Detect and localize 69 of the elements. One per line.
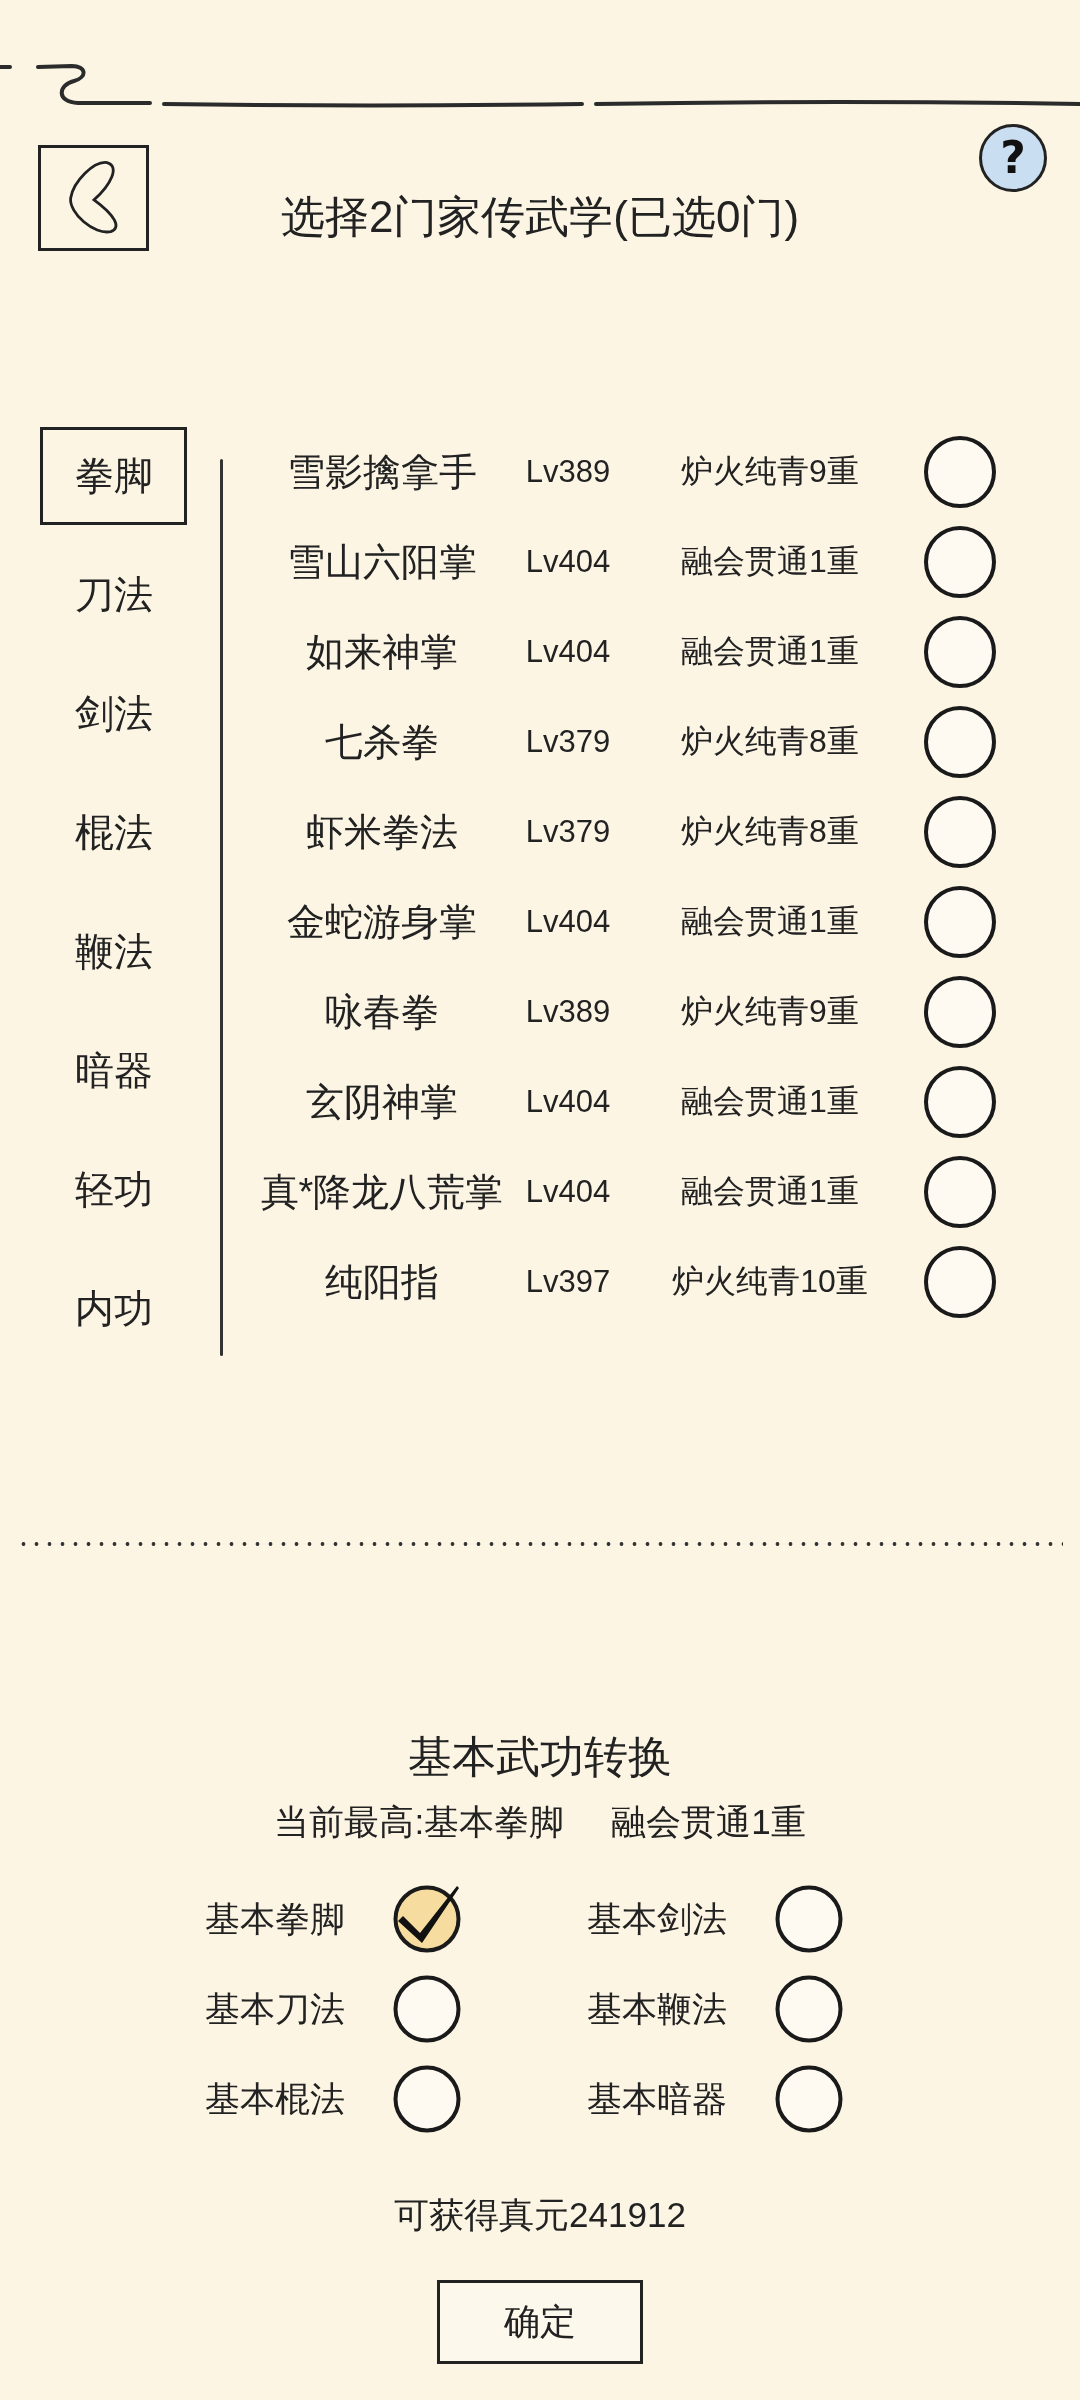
skill-name: 雪影擒拿手 xyxy=(287,449,477,495)
skill-name: 咏春拳 xyxy=(325,989,439,1035)
skill-grade: Lv389 xyxy=(525,994,611,1030)
category-tab[interactable]: 内功 xyxy=(40,1260,187,1358)
skill-realm: 融会贯通1重 xyxy=(681,1172,859,1211)
skill-grade: Lv404 xyxy=(525,544,611,580)
confirm-button[interactable]: 确定 xyxy=(437,2280,643,2364)
skill-realm: 融会贯通1重 xyxy=(681,632,859,671)
option-label: 基本棍法 xyxy=(205,2077,346,2120)
skill-name: 金蛇游身掌 xyxy=(287,899,477,945)
skill-realm: 融会贯通1重 xyxy=(681,902,859,941)
skill-name: 七杀拳 xyxy=(325,719,439,765)
option-checkbox[interactable] xyxy=(393,1975,461,2043)
skill-radio[interactable] xyxy=(923,885,997,959)
option-label: 基本刀法 xyxy=(205,1987,346,2030)
skill-grade: Lv379 xyxy=(525,724,611,760)
section-title: 基本武功转换 xyxy=(408,1731,672,1783)
skill-radio[interactable] xyxy=(923,435,997,509)
skill-realm: 炉火纯青9重 xyxy=(681,452,859,491)
skill-name: 纯阳指 xyxy=(325,1259,439,1305)
skill-realm: 炉火纯青8重 xyxy=(681,812,859,851)
reward-text: 可获得真元241912 xyxy=(394,2194,686,2236)
category-tab[interactable]: 鞭法 xyxy=(40,903,187,1001)
category-tab[interactable]: 刀法 xyxy=(40,546,187,644)
help-button[interactable]: ? xyxy=(979,124,1047,192)
skill-grade: Lv379 xyxy=(525,814,611,850)
skill-realm: 融会贯通1重 xyxy=(681,1082,859,1121)
skill-grade: Lv397 xyxy=(525,1264,611,1300)
skill-radio[interactable] xyxy=(923,615,997,689)
option-checkbox[interactable] xyxy=(775,1975,843,2043)
skill-radio[interactable] xyxy=(923,1065,997,1139)
skill-radio[interactable] xyxy=(923,1155,997,1229)
skill-radio[interactable] xyxy=(923,795,997,869)
skill-realm: 炉火纯青8重 xyxy=(681,722,859,761)
category-tab[interactable]: 暗器 xyxy=(40,1022,187,1120)
skill-name: 真*降龙八荒掌 xyxy=(260,1169,504,1215)
page-title: 选择2门家传武学(已选0门) xyxy=(280,192,800,241)
category-tab[interactable]: 轻功 xyxy=(40,1141,187,1239)
option-checkbox[interactable] xyxy=(775,1885,843,1953)
option-checkbox[interactable] xyxy=(393,1885,461,1953)
skill-grade: Lv404 xyxy=(525,904,611,940)
option-checkbox[interactable] xyxy=(775,2065,843,2133)
skill-grade: Lv404 xyxy=(525,634,611,670)
current-realm-text: 融会贯通1重 xyxy=(611,1801,806,1843)
category-tab[interactable]: 棍法 xyxy=(40,784,187,882)
skill-realm: 融会贯通1重 xyxy=(681,542,859,581)
skill-radio[interactable] xyxy=(923,705,997,779)
skill-radio[interactable] xyxy=(923,525,997,599)
category-tab[interactable]: 剑法 xyxy=(40,665,187,763)
category-tab[interactable]: 拳脚 xyxy=(40,427,187,525)
option-checkbox[interactable] xyxy=(393,2065,461,2133)
option-label: 基本拳脚 xyxy=(205,1897,346,1940)
skill-realm: 炉火纯青10重 xyxy=(672,1262,868,1301)
skill-grade: Lv404 xyxy=(525,1084,611,1120)
back-button[interactable] xyxy=(38,145,149,251)
skill-name: 雪山六阳掌 xyxy=(287,539,477,585)
skill-name: 虾米拳法 xyxy=(306,809,458,855)
skill-grade: Lv404 xyxy=(525,1174,611,1210)
skill-radio[interactable] xyxy=(923,1245,997,1319)
option-label: 基本鞭法 xyxy=(587,1987,728,2030)
skill-radio[interactable] xyxy=(923,975,997,1049)
skill-grade: Lv389 xyxy=(525,454,611,490)
option-label: 基本暗器 xyxy=(587,2077,728,2120)
skill-name: 玄阴神掌 xyxy=(306,1079,458,1125)
skill-name: 如来神掌 xyxy=(306,629,458,675)
option-label: 基本剑法 xyxy=(587,1897,728,1940)
skill-realm: 炉火纯青9重 xyxy=(681,992,859,1031)
check-icon xyxy=(398,1886,459,1943)
current-best-text: 当前最高:基本拳脚 xyxy=(274,1801,565,1843)
